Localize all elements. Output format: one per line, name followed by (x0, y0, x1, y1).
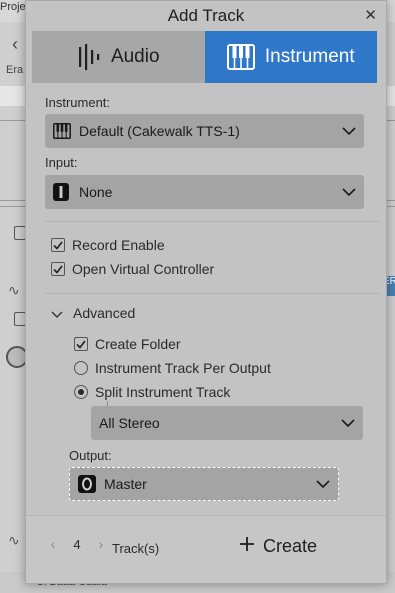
tracks-label: Track(s) (112, 541, 160, 556)
channel-format-value: All Stereo (99, 415, 160, 431)
input-label: Input: (45, 155, 78, 170)
tab-audio[interactable]: Audio (32, 31, 205, 83)
tab-instrument-label: Instrument (264, 46, 355, 67)
split-instrument-track-label: Split Instrument Track (95, 384, 231, 400)
piano-keys-icon (53, 123, 79, 139)
channel-format-select[interactable]: All Stereo (91, 406, 363, 440)
output-select[interactable]: Master (69, 467, 339, 501)
track-type-tabs: Audio Instrument (32, 31, 377, 83)
background-wave-icon: ∿ (8, 532, 20, 548)
section-divider (45, 221, 380, 222)
input-none-icon (53, 183, 79, 201)
background-wave-icon: ∿ (8, 282, 20, 298)
piano-keys-icon (226, 44, 255, 70)
output-label: Output: (69, 448, 112, 463)
create-button[interactable]: Create (239, 536, 317, 557)
chevron-left-icon[interactable]: ‹ (46, 536, 60, 552)
output-bus-icon (78, 475, 104, 493)
chevron-down-icon (334, 188, 364, 196)
audio-waveform-icon (77, 44, 101, 70)
close-icon[interactable]: ✕ (364, 6, 377, 24)
input-select[interactable]: None (45, 175, 364, 209)
split-instrument-track-radio[interactable]: Split Instrument Track (74, 384, 230, 400)
tab-instrument[interactable]: Instrument (204, 31, 377, 83)
checkbox-checked-icon (74, 337, 88, 351)
tab-audio-label: Audio (110, 46, 160, 67)
open-virtual-controller-label: Open Virtual Controller (72, 261, 215, 277)
plus-icon (239, 536, 255, 557)
instrument-select[interactable]: Default (Cakewalk TTS-1) (45, 114, 364, 148)
instrument-select-value: Default (Cakewalk TTS-1) (79, 123, 240, 139)
open-virtual-controller-checkbox[interactable]: Open Virtual Controller (51, 261, 214, 277)
chevron-down-icon (334, 127, 364, 135)
advanced-section-toggle[interactable]: Advanced (51, 305, 135, 321)
record-enable-checkbox[interactable]: Record Enable (51, 237, 165, 253)
section-divider (45, 293, 380, 294)
chevron-down-icon (333, 419, 363, 427)
create-folder-checkbox[interactable]: Create Folder (74, 336, 181, 352)
background-back-chevron-icon: ‹ (12, 34, 18, 54)
background-erase-label: Era (6, 64, 24, 76)
input-select-value: None (79, 184, 113, 200)
checkbox-checked-icon (51, 262, 65, 276)
create-button-label: Create (263, 536, 318, 556)
track-count-stepper[interactable]: ‹ 4 › (46, 536, 108, 552)
instrument-track-per-output-radio[interactable]: Instrument Track Per Output (74, 360, 271, 376)
radio-unselected-icon (74, 361, 88, 375)
chevron-right-icon[interactable]: › (94, 536, 108, 552)
dialog-title: Add Track (167, 6, 245, 25)
chevron-down-icon (308, 480, 338, 488)
create-folder-label: Create Folder (95, 336, 181, 352)
add-track-dialog: Add Track ✕ Audio Instrument Instrument:… (25, 0, 387, 584)
record-enable-label: Record Enable (72, 237, 165, 253)
advanced-label: Advanced (73, 305, 136, 321)
track-count-value: 4 (73, 536, 81, 552)
chevron-down-icon (51, 305, 63, 321)
instrument-track-per-output-label: Instrument Track Per Output (95, 360, 271, 376)
instrument-label: Instrument: (45, 95, 111, 110)
radio-selected-icon (74, 385, 88, 399)
checkbox-checked-icon (51, 238, 65, 252)
dialog-footer: ‹ 4 › Track(s) Create (26, 515, 386, 583)
output-select-value: Master (104, 476, 147, 492)
